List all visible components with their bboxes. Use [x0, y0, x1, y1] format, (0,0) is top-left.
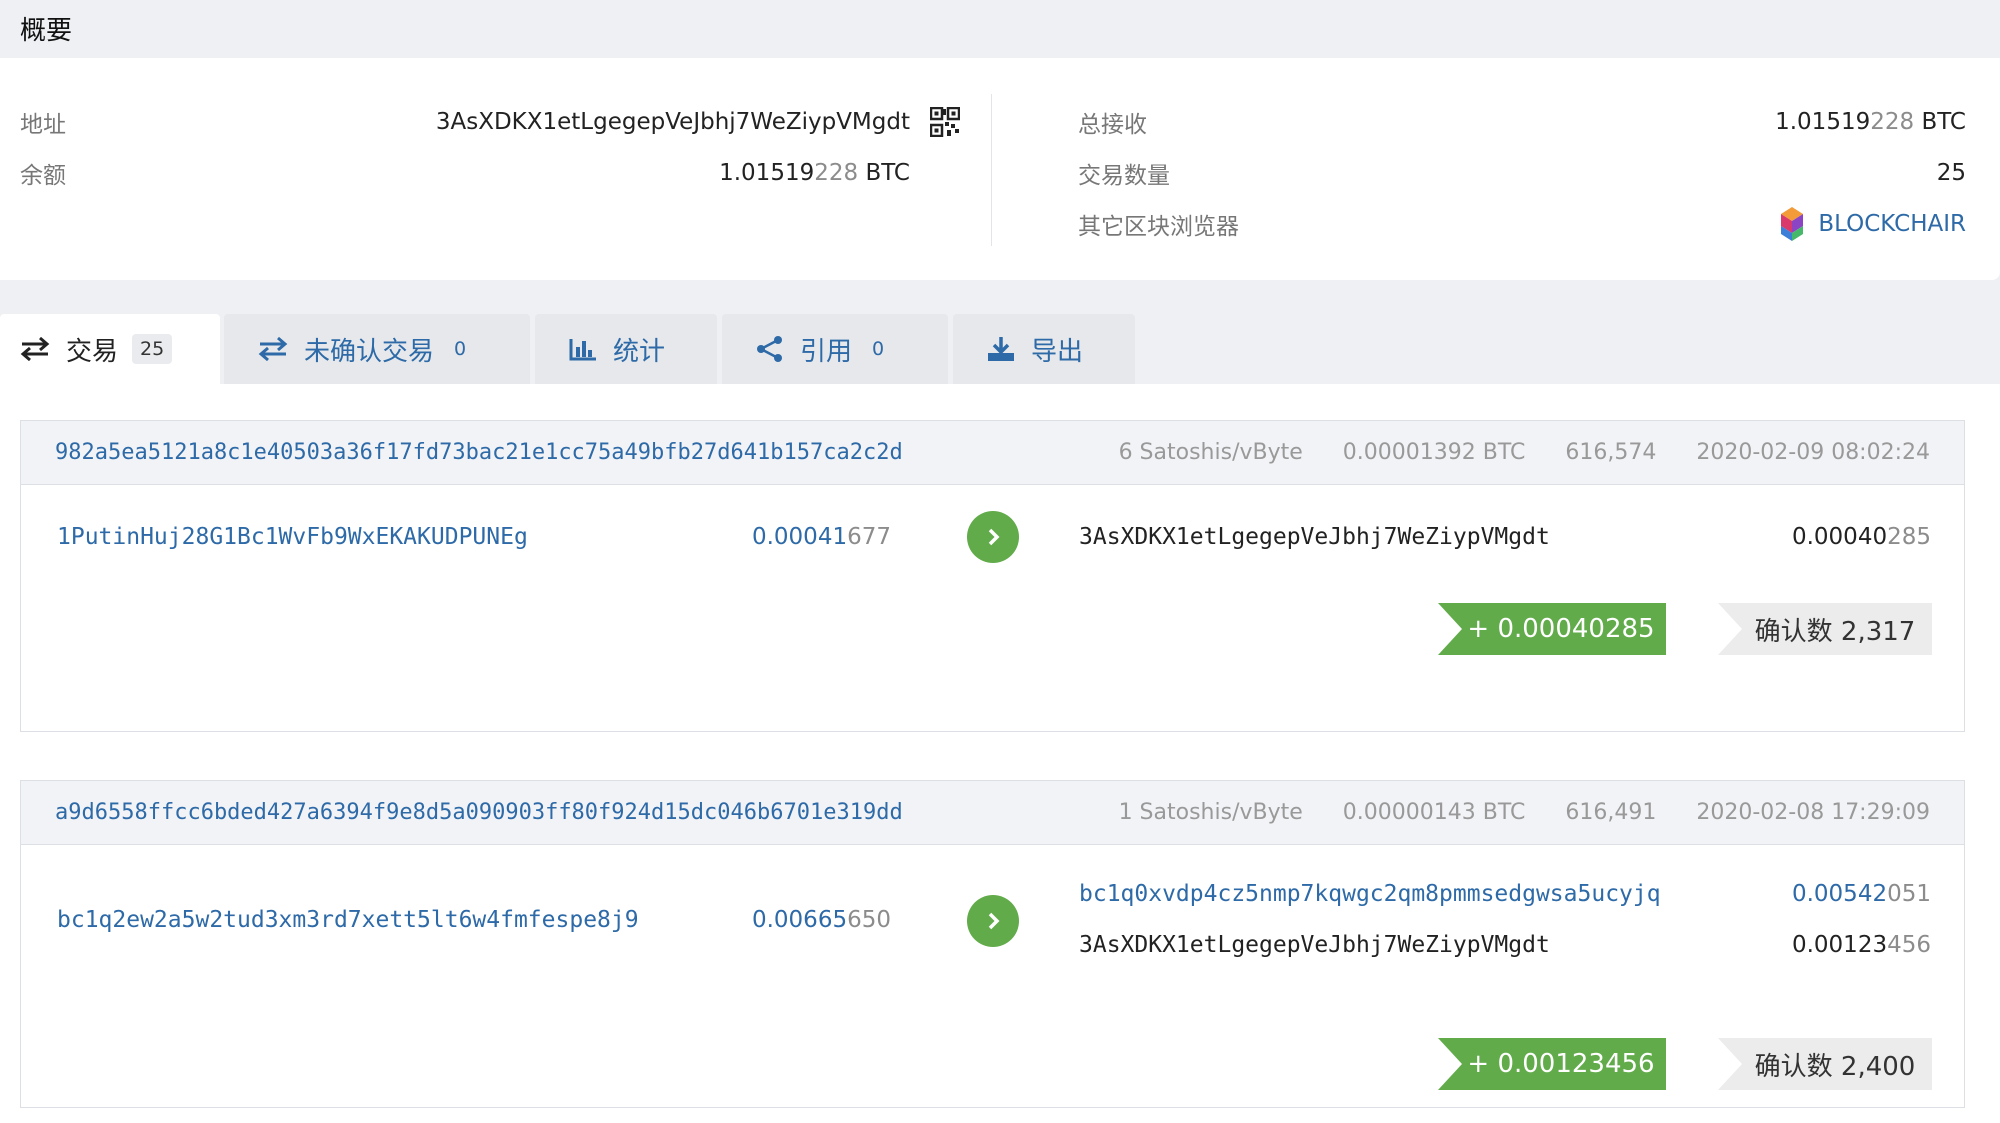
output-amount-dim: 456: [1887, 932, 1931, 958]
output-amount-dim: 051: [1887, 881, 1931, 907]
blockchair-label: BLOCKCHAIR: [1818, 210, 1966, 237]
arrow-right-icon: [967, 895, 1019, 947]
summary-divider: [991, 94, 992, 246]
tab-references-label: 引用: [800, 336, 853, 367]
input-address-link[interactable]: bc1q2ew2a5w2tud3xm3rd7xett5lt6w4fmfespe8…: [57, 907, 639, 933]
arrow-right-icon: [967, 511, 1019, 563]
transactions-panel: 982a5ea5121a8c1e40503a36f17fd73bac21e1cc…: [0, 384, 2000, 1123]
timestamp: 2020-02-08 17:29:09: [1696, 800, 1930, 825]
timestamp: 2020-02-09 08:02:24: [1696, 440, 1930, 465]
output-amount: 0.00542051: [1621, 881, 1931, 907]
transfer-icon: [20, 337, 50, 361]
transaction-header: 982a5ea5121a8c1e40503a36f17fd73bac21e1cc…: [21, 421, 1964, 485]
explorers-label: 其它区块浏览器: [1078, 213, 1239, 240]
transaction-header: a9d6558ffcc6bded427a6394f9e8d5a090903ff8…: [21, 781, 1964, 845]
input-amount-main: 0.00041: [751, 524, 848, 550]
tab-export-label: 导出: [1031, 336, 1084, 367]
output-amount-main: 0.00123: [1791, 932, 1888, 958]
transaction-hash-link[interactable]: a9d6558ffcc6bded427a6394f9e8d5a090903ff8…: [55, 800, 903, 825]
confirmations-badge: 确认数 2,400: [1718, 1038, 1932, 1090]
explorers-row: 其它区块浏览器 BLOCKCHAIR: [1078, 198, 1966, 249]
transaction-result: + 0.00040285 确认数 2,317: [1438, 603, 1932, 655]
balance-value: 1.01519228 BTC: [719, 160, 910, 186]
net-change-badge: + 0.00040285: [1438, 603, 1666, 655]
output-address-link[interactable]: bc1q0xvdp4cz5nmp7kqwgc2qm8pmmsedgwsa5ucy…: [1079, 881, 1661, 907]
output-amount: 0.00123456: [1621, 932, 1931, 958]
address-row: 地址 3AsXDKX1etLgegepVeJbhj7WeZiypVMgdt: [20, 96, 960, 147]
transfer-icon: [258, 337, 288, 361]
input-amount: 0.00665650: [561, 907, 891, 933]
output-amount: 0.00040285: [1621, 524, 1931, 550]
qr-code-icon[interactable]: [930, 106, 960, 137]
fee-rate: 6 Satoshis/vByte: [1118, 440, 1303, 465]
tab-unconfirmed[interactable]: 未确认交易 0: [224, 314, 530, 384]
tab-export[interactable]: 导出: [953, 314, 1135, 384]
block-height: 616,574: [1565, 440, 1657, 465]
tab-transactions-label: 交易: [66, 336, 119, 367]
blockchair-link[interactable]: BLOCKCHAIR: [1778, 206, 1966, 242]
bar-chart-icon: [569, 339, 596, 361]
transaction-meta: 1 Satoshis/vByte 0.00000143 BTC 616,491 …: [1119, 800, 1930, 825]
input-amount: 0.00041677: [561, 524, 891, 550]
transaction-card: 982a5ea5121a8c1e40503a36f17fd73bac21e1cc…: [20, 420, 1965, 732]
tab-transactions[interactable]: 交易 25: [0, 314, 220, 384]
transaction-hash-link[interactable]: 982a5ea5121a8c1e40503a36f17fd73bac21e1cc…: [55, 440, 903, 465]
balance-label: 余额: [20, 162, 66, 189]
fee-rate: 1 Satoshis/vByte: [1118, 800, 1303, 825]
tab-transactions-count: 25: [132, 334, 173, 364]
output-amount-main: 0.00542: [1791, 881, 1888, 907]
balance-row: 余额 1.01519228 BTC: [20, 147, 960, 198]
input-amount-main: 0.00665: [751, 907, 848, 933]
balance-unit: BTC: [858, 159, 910, 186]
summary-card: 地址 3AsXDKX1etLgegepVeJbhj7WeZiypVMgdt 余额…: [0, 58, 2000, 280]
input-address-link[interactable]: 1PutinHuj28G1Bc1WvFb9WxEKAKUDPUNEg: [57, 524, 528, 550]
tab-unconfirmed-label: 未确认交易: [304, 336, 435, 367]
tx-count-value: 25: [1936, 159, 1966, 186]
fee-amount: 0.00000143 BTC: [1342, 800, 1526, 825]
tab-references[interactable]: 引用 0: [722, 314, 948, 384]
output-address: 3AsXDKX1etLgegepVeJbhj7WeZiypVMgdt: [1079, 524, 1550, 550]
transaction-result: + 0.00123456 确认数 2,400: [1438, 1038, 1932, 1090]
fee-amount: 0.00001392 BTC: [1342, 440, 1526, 465]
tab-bar: 交易 25 未确认交易 0 统计 引用 0 导出: [0, 314, 2000, 384]
block-height: 616,491: [1565, 800, 1657, 825]
balance-main: 1.01519: [719, 159, 815, 186]
transaction-meta: 6 Satoshis/vByte 0.00001392 BTC 616,574 …: [1119, 440, 1930, 465]
output-amount-dim: 285: [1887, 524, 1931, 550]
total-received-unit: BTC: [1914, 108, 1966, 135]
tx-count-row: 交易数量 25: [1078, 147, 1966, 198]
output-amount-main: 0.00040: [1791, 524, 1888, 550]
tab-statistics[interactable]: 统计: [535, 314, 717, 384]
share-icon: [757, 336, 782, 362]
input-amount-dim: 677: [847, 524, 891, 550]
summary-right-column: 总接收 1.01519228 BTC 交易数量 25 其它区块浏览器 BLOCK…: [1078, 96, 1966, 249]
balance-dim: 228: [814, 159, 859, 186]
tab-unconfirmed-count: 0: [454, 338, 467, 360]
total-received-main: 1.01519: [1775, 108, 1871, 135]
tab-references-count: 0: [872, 338, 885, 360]
tab-statistics-label: 统计: [613, 336, 666, 367]
address-value[interactable]: 3AsXDKX1etLgegepVeJbhj7WeZiypVMgdt: [436, 109, 910, 135]
total-received-dim: 228: [1870, 108, 1915, 135]
net-change-badge: + 0.00123456: [1438, 1038, 1666, 1090]
total-received-row: 总接收 1.01519228 BTC: [1078, 96, 1966, 147]
blockchair-logo-icon: [1781, 206, 1804, 241]
output-address: 3AsXDKX1etLgegepVeJbhj7WeZiypVMgdt: [1079, 932, 1550, 958]
summary-left-column: 地址 3AsXDKX1etLgegepVeJbhj7WeZiypVMgdt 余额…: [20, 96, 960, 198]
download-icon: [988, 337, 1014, 361]
summary-title: 概要: [0, 0, 2000, 58]
tx-count-label: 交易数量: [1078, 162, 1170, 189]
total-received-label: 总接收: [1078, 111, 1147, 138]
address-label: 地址: [20, 111, 66, 138]
total-received-value: 1.01519228 BTC: [1775, 109, 1966, 135]
input-amount-dim: 650: [847, 907, 891, 933]
transaction-card: a9d6558ffcc6bded427a6394f9e8d5a090903ff8…: [20, 780, 1965, 1108]
confirmations-badge: 确认数 2,317: [1718, 603, 1932, 655]
